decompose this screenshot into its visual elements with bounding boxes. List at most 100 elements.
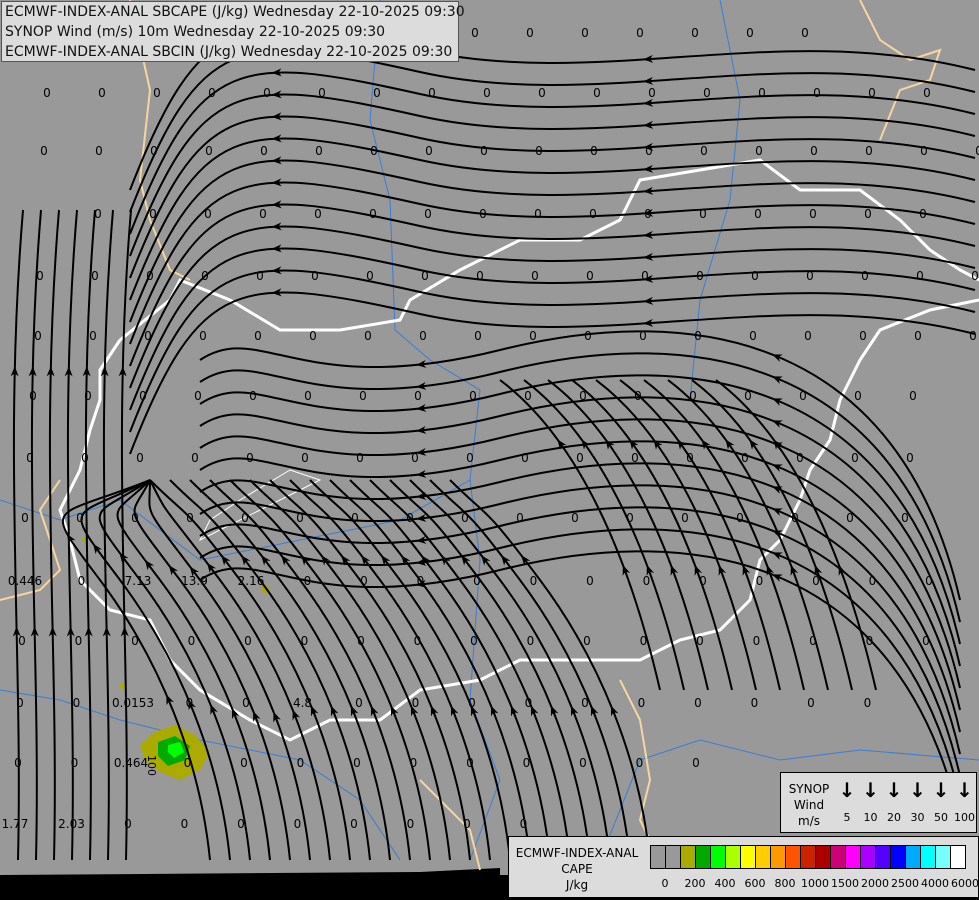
cape-value-label: 0: [525, 696, 533, 710]
cape-value-label: 0: [703, 86, 711, 100]
cape-value-label: 0: [131, 511, 139, 525]
cape-value-label: 0: [18, 634, 26, 648]
cape-value-label: 0: [81, 451, 89, 465]
cape-value-label: 0: [191, 451, 199, 465]
cape-value-label: 0: [971, 269, 979, 283]
cape-value-label: 0: [969, 329, 977, 343]
cape-value-label: 0: [188, 634, 196, 648]
cape-value-label: 0: [260, 144, 268, 158]
cape-value-label: 0: [530, 574, 538, 588]
cape-value-label: 0: [861, 269, 869, 283]
cape-value-label: 0: [294, 817, 302, 831]
cape-value-label: 0: [411, 451, 419, 465]
cape-value-label: 0: [593, 86, 601, 100]
cape-value-label: 0: [406, 511, 414, 525]
cape-value-label: 0: [359, 389, 367, 403]
cape-value-label: 0: [796, 451, 804, 465]
cape-value-label: 2.03: [58, 817, 85, 831]
cape-value-label: 0: [916, 269, 924, 283]
cape-value-label: 0: [864, 207, 872, 221]
cape-value-label: 0: [922, 634, 930, 648]
cape-value-label: 0: [754, 207, 762, 221]
cape-value-label: 0: [868, 86, 876, 100]
cape-value-label: 4.8: [293, 696, 312, 710]
cape-value-label: 0: [527, 634, 535, 648]
cape-value-label: 1.77: [2, 817, 29, 831]
cape-value-label: 0: [681, 511, 689, 525]
cape-value-label: 0: [16, 696, 24, 710]
cape-value-label: 0: [746, 26, 754, 40]
cape-value-label: 0: [516, 511, 524, 525]
cape-value-label: 0: [21, 511, 29, 525]
cape-value-label: 0: [529, 329, 537, 343]
cape-value-label: 0: [925, 574, 933, 588]
cape-value-label: 0: [153, 86, 161, 100]
synop-speed-item: ↓ 50: [929, 779, 953, 824]
cape-value-label: 0: [471, 26, 479, 40]
cape-tick-label: 0: [661, 877, 669, 890]
cape-value-label: 0: [366, 269, 374, 283]
cape-value-label: 0: [914, 329, 922, 343]
cape-value-label: 0: [579, 389, 587, 403]
synop-speed-item: ↓ 30: [906, 779, 930, 824]
cape-value-label: 0: [535, 144, 543, 158]
synop-label-line: SYNOP: [788, 782, 830, 796]
cape-value-label: 0: [194, 389, 202, 403]
color-swatch: [876, 846, 891, 868]
cape-value-label: 0: [356, 451, 364, 465]
cape-value-label: 0: [586, 269, 594, 283]
cape-value-label: 0: [75, 634, 83, 648]
cape-value-label: 0: [237, 817, 245, 831]
cape-value-label: 0: [636, 756, 644, 770]
cape-value-label: 2.16: [238, 574, 265, 588]
cape-value-label: 0: [71, 756, 79, 770]
cape-value-label: 0: [756, 574, 764, 588]
cape-value-label: 0: [641, 269, 649, 283]
cape-value-label: 0: [751, 696, 759, 710]
cape-value-label: 0: [304, 389, 312, 403]
cape-value-label: 0: [755, 144, 763, 158]
cape-value-label: 0: [534, 207, 542, 221]
cape-value-label: 0: [315, 144, 323, 158]
synop-speed-item: ↓ 10: [859, 779, 883, 824]
cape-value-label: 0: [419, 329, 427, 343]
speed-value: 50: [934, 811, 948, 824]
cape-value-label: 0: [351, 511, 359, 525]
cape-value-label: 0: [571, 511, 579, 525]
color-swatch: [861, 846, 876, 868]
cape-value-label: 0.0153: [112, 696, 154, 710]
cape-value-label: 0: [150, 144, 158, 158]
cape-value-label: 0: [583, 634, 591, 648]
cape-value-label: 0: [26, 451, 34, 465]
cape-value-label: 0: [909, 389, 917, 403]
speed-value: 30: [910, 811, 925, 824]
cape-value-label: 0: [254, 329, 262, 343]
cape-tick-label: 400: [714, 877, 736, 890]
down-arrow-icon: ↓: [838, 778, 856, 802]
cape-value-label: 0: [480, 144, 488, 158]
cape-value-label: 0: [686, 451, 694, 465]
cape-value-label: 0: [812, 574, 820, 588]
cape-value-label: 0: [520, 817, 528, 831]
cape-value-label: 0: [373, 86, 381, 100]
cape-value-label: 0: [199, 329, 207, 343]
cape-value-label: 0: [919, 207, 927, 221]
cape-value-label: 0: [84, 389, 92, 403]
cape-tick-label: 200: [684, 877, 706, 890]
cape-value-label: 0: [311, 269, 319, 283]
cape-value-label: 0: [807, 696, 815, 710]
cape-value-label: 0: [751, 269, 759, 283]
color-swatch: [651, 846, 666, 868]
color-swatch: [801, 846, 816, 868]
cape-tick-label: 4000: [921, 877, 949, 890]
cape-value-label: 0: [689, 389, 697, 403]
cape-value-label: 0: [360, 574, 368, 588]
cape-value-label: 0: [357, 634, 365, 648]
synop-speed-item: ↓ 5: [835, 779, 859, 824]
cape-value-label: 0: [184, 756, 192, 770]
cape-value-label: 0: [249, 389, 257, 403]
cape-value-label: 0: [240, 756, 248, 770]
cape-value-label: 0: [521, 451, 529, 465]
cape-value-label: 13.9: [181, 574, 208, 588]
cape-value-label: 0: [364, 329, 372, 343]
